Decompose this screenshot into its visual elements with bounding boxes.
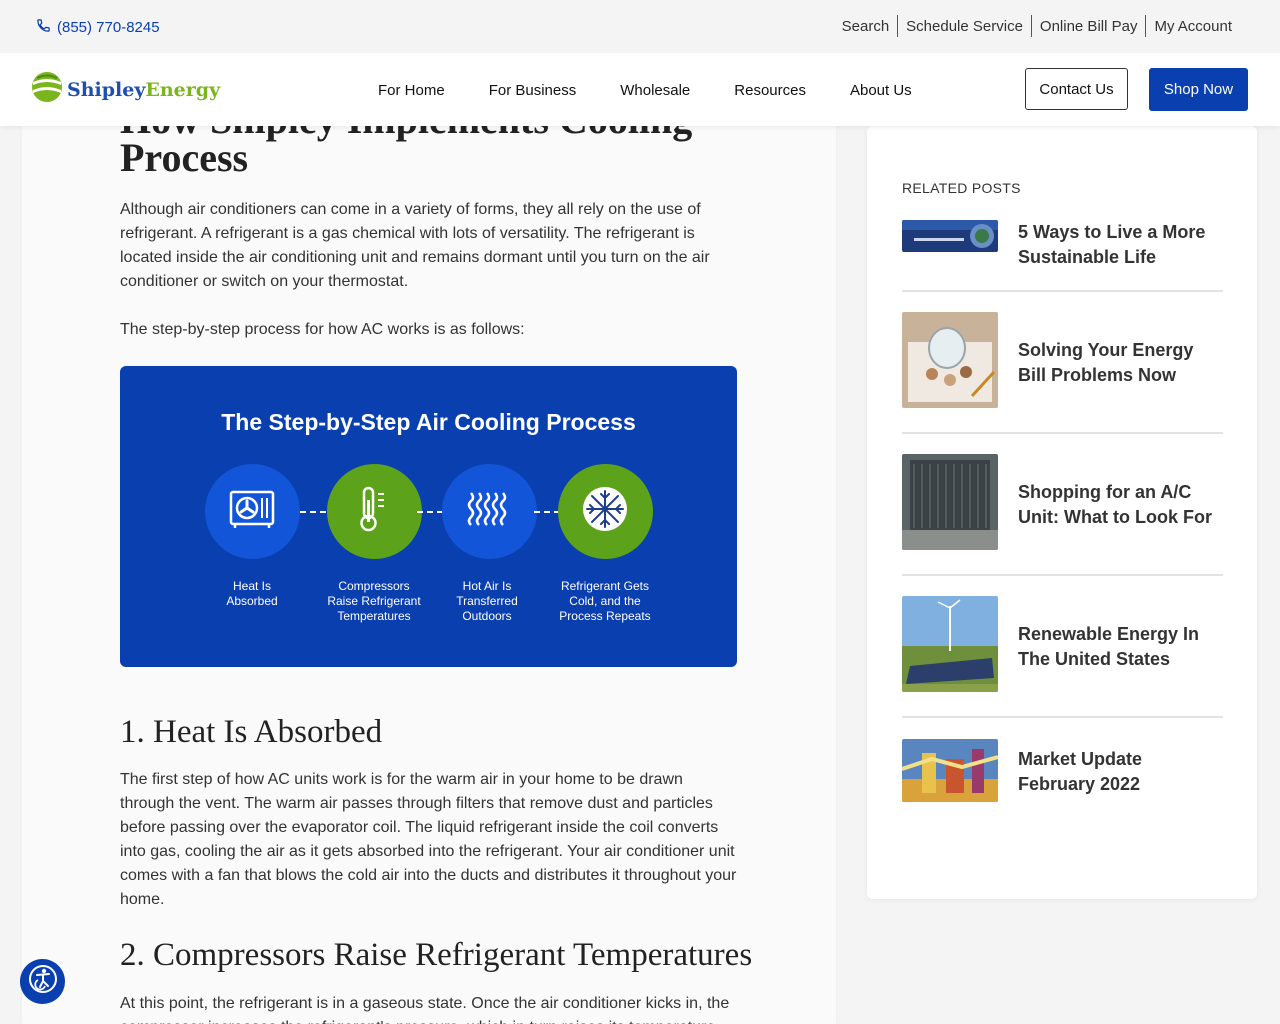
logo-text-energy: Energy: [145, 78, 221, 101]
section-paragraph: The first step of how AC units work is f…: [120, 771, 737, 908]
phone-number: (855) 770-8245: [57, 18, 160, 36]
infographic-step-4: Refrigerant Gets Cold, and the Process R…: [535, 464, 675, 624]
divider: [902, 432, 1223, 434]
related-posts-sidebar: RELATED POSTS 5 Ways to Live a More Sust…: [867, 126, 1257, 899]
section-paragraph: At this point, the refrigerant is in a g…: [120, 995, 730, 1024]
post-title[interactable]: 5 Ways to Live a More Sustainable Life: [1018, 220, 1218, 270]
search-link[interactable]: Search: [834, 18, 898, 35]
shipley-energy-logo[interactable]: ShipleyEnergy: [31, 70, 220, 109]
accessibility-button[interactable]: [20, 959, 65, 1004]
nav-resources[interactable]: Resources: [734, 82, 806, 99]
phone-link[interactable]: (855) 770-8245: [36, 17, 160, 37]
nav-for-home[interactable]: For Home: [378, 82, 445, 99]
step-label: Compressors Raise Refrigerant Temperatur…: [327, 579, 421, 623]
divider: [902, 574, 1223, 576]
related-posts-heading: RELATED POSTS: [902, 180, 1021, 196]
utility-bar: (855) 770-8245 Search Schedule Service O…: [0, 0, 1280, 53]
ac-unit-icon: [229, 489, 275, 534]
nav-wholesale[interactable]: Wholesale: [620, 82, 690, 99]
step-label: Hot Air Is Transferred Outdoors: [456, 579, 518, 623]
post-title[interactable]: Solving Your Energy Bill Problems Now: [1018, 338, 1218, 388]
post-title[interactable]: Renewable Energy In The United States: [1018, 622, 1218, 672]
post-thumbnail[interactable]: [902, 596, 998, 692]
section-heading: 1. Heat Is Absorbed: [120, 714, 383, 750]
main-nav: For Home For Business Wholesale Resource…: [378, 82, 956, 99]
air-cooling-infographic: The Step-by-Step Air Cooling Process Hea…: [120, 366, 737, 667]
post-thumbnail[interactable]: [902, 220, 998, 252]
post-title[interactable]: Market Update February 2022: [1018, 747, 1218, 797]
online-bill-pay-link[interactable]: Online Bill Pay: [1032, 18, 1146, 35]
logo-text-shipley: Shipley: [67, 78, 146, 101]
site-header: ShipleyEnergy For Home For Business Whol…: [0, 53, 1280, 126]
accessibility-icon: [28, 964, 58, 999]
shop-now-button[interactable]: Shop Now: [1149, 68, 1248, 111]
step-label: Heat Is Absorbed: [226, 579, 278, 608]
logo-mark-icon: [31, 70, 63, 109]
divider: [902, 290, 1223, 292]
my-account-link[interactable]: My Account: [1146, 18, 1240, 35]
infographic-title: The Step-by-Step Air Cooling Process: [221, 409, 636, 435]
steps-intro-paragraph: The step-by-step process for how AC work…: [120, 321, 525, 338]
contact-us-button[interactable]: Contact Us: [1025, 68, 1128, 110]
snowflake-icon: [581, 485, 629, 538]
intro-paragraph: Although air conditioners can come in a …: [120, 201, 710, 290]
post-thumbnail[interactable]: [902, 312, 998, 408]
section-heading: 2. Compressors Raise Refrigerant Tempera…: [120, 937, 753, 973]
heat-waves-icon: [467, 491, 511, 532]
step-label: Refrigerant Gets Cold, and the Process R…: [559, 579, 651, 623]
utility-links: Search Schedule Service Online Bill Pay …: [834, 15, 1240, 37]
post-thumbnail[interactable]: [902, 739, 998, 802]
article-title: Process: [120, 135, 249, 180]
nav-about-us[interactable]: About Us: [850, 82, 912, 99]
thermometer-icon: [359, 486, 389, 537]
schedule-service-link[interactable]: Schedule Service: [898, 18, 1031, 35]
post-thumbnail[interactable]: [902, 454, 998, 550]
divider: [902, 716, 1223, 718]
post-title[interactable]: Shopping for an A/C Unit: What to Look F…: [1018, 480, 1218, 530]
nav-for-business[interactable]: For Business: [489, 82, 577, 99]
infographic-step-1: Heat Is Absorbed: [182, 464, 322, 609]
phone-icon: [36, 18, 51, 37]
article-content: How Shipley Implements Cooling Process A…: [22, 126, 836, 1024]
